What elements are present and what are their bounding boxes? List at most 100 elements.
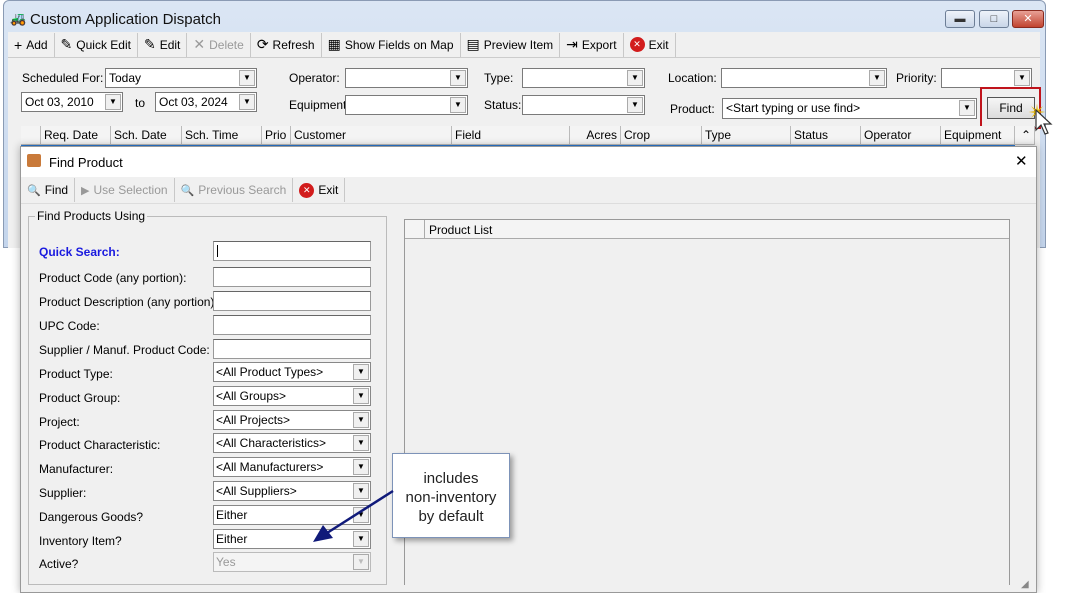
equipment-select[interactable]: ▼: [345, 95, 468, 115]
toolbar-button-label: Edit: [159, 37, 181, 52]
pencil-icon: ✎: [143, 36, 156, 52]
dialog-close-button[interactable]: ✕: [1015, 152, 1028, 170]
date-from-value: Oct 03, 2010: [25, 95, 94, 109]
dialog-exit-button[interactable]: ✕ Exit: [293, 178, 346, 202]
toolbar-edit-button[interactable]: ✎ Edit: [138, 32, 188, 57]
column-header-status[interactable]: Status: [791, 126, 861, 145]
toolbar-delete-button[interactable]: ✕ Delete: [187, 32, 251, 57]
toolbar-refresh-button[interactable]: ⟳ Refresh: [251, 32, 322, 57]
product-list-header[interactable]: Product List: [429, 223, 492, 237]
chevron-down-icon[interactable]: ▼: [105, 94, 121, 110]
chevron-down-icon[interactable]: ▼: [450, 70, 466, 86]
select-manufacturer[interactable]: <All Manufacturers> ▼: [213, 457, 371, 478]
toolbar-button-label: Export: [581, 37, 617, 52]
text-field-label: UPC Code:: [39, 319, 100, 333]
chevron-down-icon[interactable]: ▼: [353, 411, 369, 428]
product-placeholder: <Start typing or use find>: [726, 101, 861, 115]
column-header-sch-time[interactable]: Sch. Time: [182, 126, 262, 145]
select-value: <All Projects>: [216, 412, 291, 427]
plus-icon: +: [14, 36, 23, 53]
text-cursor: [217, 245, 218, 257]
chevron-down-icon[interactable]: ▼: [239, 70, 255, 86]
close-button[interactable]: ✕: [1012, 10, 1044, 28]
preview-icon: ▤: [466, 36, 480, 52]
maximize-button[interactable]: □: [979, 10, 1009, 28]
chevron-down-icon[interactable]: ▼: [239, 94, 255, 110]
select-value: <All Characteristics>: [216, 436, 327, 451]
dialog-previous-search-button[interactable]: 🔍 Previous Search: [175, 178, 294, 202]
chevron-down-icon[interactable]: ▼: [353, 364, 369, 380]
select-product-group[interactable]: <All Groups> ▼: [213, 385, 371, 406]
text-field-input[interactable]: [213, 267, 371, 287]
select-product-characteristic[interactable]: <All Characteristics> ▼: [213, 433, 371, 454]
scheduled-for-select[interactable]: Today ▼: [105, 68, 257, 88]
column-header-sch-date[interactable]: Sch. Date: [111, 126, 182, 145]
chevron-down-icon[interactable]: ▼: [627, 97, 643, 113]
exit-icon: ✕: [629, 37, 645, 52]
chevron-down-icon[interactable]: ▼: [959, 100, 975, 116]
select-label: Product Group:: [39, 390, 121, 405]
quick-search-input[interactable]: [213, 241, 371, 261]
minimize-button[interactable]: ▬: [945, 10, 975, 28]
binoculars-icon: 🔍: [180, 184, 195, 197]
type-label: Type:: [484, 71, 514, 85]
operator-select[interactable]: ▼: [345, 68, 468, 88]
pencil-icon: ✎: [60, 36, 73, 52]
type-select[interactable]: ▼: [522, 68, 645, 88]
date-from-picker[interactable]: Oct 03, 2010 ▼: [21, 92, 123, 112]
select-label: Product Type:: [39, 367, 113, 381]
column-header-equipment[interactable]: Equipment: [941, 126, 1015, 145]
chevron-down-icon[interactable]: ▼: [353, 459, 369, 476]
priority-select[interactable]: ▼: [941, 68, 1032, 88]
status-select[interactable]: ▼: [522, 95, 645, 115]
toolbar-button-label: Quick Edit: [76, 37, 131, 52]
product-combobox[interactable]: <Start typing or use find> ▼: [722, 98, 977, 119]
select-project[interactable]: <All Projects> ▼: [213, 409, 371, 430]
column-header-crop[interactable]: Crop: [621, 126, 702, 145]
column-header-operator[interactable]: Operator: [861, 126, 941, 145]
toolbar-add-button[interactable]: + Add: [8, 32, 55, 57]
select-value: <All Manufacturers>: [216, 460, 324, 475]
date-to-picker[interactable]: Oct 03, 2024 ▼: [155, 92, 257, 112]
text-field-input[interactable]: [213, 315, 371, 335]
location-select[interactable]: ▼: [721, 68, 887, 88]
select-product-type[interactable]: <All Product Types> ▼: [213, 362, 371, 382]
toolbar-button-label: Exit: [648, 37, 669, 52]
toolbar-button-label: Exit: [318, 183, 339, 197]
chevron-down-icon[interactable]: ▼: [353, 554, 369, 571]
dialog-use-selection-button[interactable]: ▶ Use Selection: [75, 178, 175, 202]
toolbar-show-fields-on-map-button[interactable]: ▦ Show Fields on Map: [322, 32, 461, 57]
chevron-down-icon[interactable]: ▼: [1014, 70, 1030, 86]
column-header-field[interactable]: Field: [452, 126, 570, 145]
resize-grip-icon[interactable]: ◢: [1021, 579, 1029, 590]
column-header-req-date[interactable]: Req. Date: [41, 126, 111, 145]
dialog-find-button[interactable]: 🔍 Find: [21, 178, 76, 202]
binoculars-icon: 🔍: [27, 184, 41, 197]
toolbar-exit-button[interactable]: ✕ Exit: [624, 32, 676, 57]
chevron-down-icon[interactable]: ▼: [869, 70, 885, 86]
text-field-input[interactable]: [213, 339, 371, 359]
quick-search-label: Quick Search:: [39, 245, 120, 259]
toolbar-export-button[interactable]: ⇥ Export: [560, 32, 624, 57]
x-icon: ✕: [193, 36, 206, 52]
scheduled-for-label: Scheduled For:: [22, 71, 104, 85]
scroll-up-button[interactable]: ⌃: [1015, 126, 1035, 145]
chevron-down-icon[interactable]: ▼: [353, 435, 369, 452]
text-field-label: Product Code (any portion):: [39, 271, 187, 285]
column-header-type[interactable]: Type: [702, 126, 791, 145]
chevron-down-icon[interactable]: ▼: [627, 70, 643, 86]
toolbar-button-label: Show Fields on Map: [344, 37, 454, 52]
column-header-prio[interactable]: Prio: [262, 126, 291, 145]
toolbar-quick-edit-button[interactable]: ✎ Quick Edit: [55, 32, 138, 57]
column-header-acres[interactable]: Acres: [570, 126, 621, 145]
toolbar-button-label: Delete: [209, 37, 244, 52]
chevron-down-icon[interactable]: ▼: [353, 387, 369, 404]
callout-arrow-icon: [313, 489, 394, 542]
select-value: <All Product Types>: [216, 365, 324, 379]
text-field-input[interactable]: [213, 291, 371, 311]
chevron-down-icon[interactable]: ▼: [450, 97, 466, 113]
toolbar-preview-item-button[interactable]: ▤ Preview Item: [461, 32, 561, 57]
select-label: Active?: [39, 557, 79, 572]
column-header-customer[interactable]: Customer: [291, 126, 452, 145]
play-icon: ▶: [81, 184, 90, 197]
